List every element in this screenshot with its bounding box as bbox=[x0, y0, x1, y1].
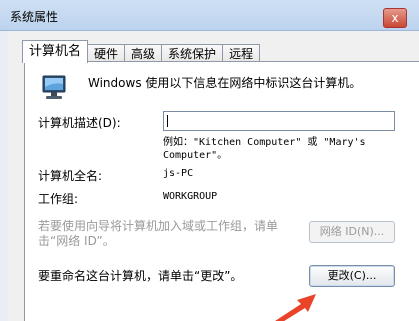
tab-strip: 计算机名 硬件 高级 系统保护 远程 bbox=[22, 39, 261, 63]
computer-description-input[interactable] bbox=[163, 111, 395, 131]
change-button[interactable]: 更改(C)... bbox=[309, 265, 395, 287]
computer-description-label: 计算机描述(D): bbox=[38, 116, 121, 130]
example-line-1: 例如："Kitchen Computer" 或 "Mary's bbox=[163, 137, 366, 148]
full-computer-name-label: 计算机全名: bbox=[38, 169, 103, 183]
close-button[interactable]: x bbox=[383, 8, 407, 28]
window-title: 系统属性 bbox=[10, 10, 59, 24]
title-bar[interactable]: 系统属性 x bbox=[0, 0, 419, 31]
example-line-2: Computer"。 bbox=[163, 150, 228, 161]
system-properties-window: 系统属性 x 计算机名 硬件 高级 系统保护 远程 Windows 使用以下信息… bbox=[0, 0, 419, 321]
full-computer-name-value: js-PC bbox=[163, 168, 194, 179]
tab-computer-name[interactable]: 计算机名 bbox=[22, 40, 89, 63]
intro-text: Windows 使用以下信息在网络中标识这台计算机。 bbox=[88, 76, 362, 90]
workgroup-label: 工作组: bbox=[38, 192, 79, 206]
red-arrow-annotation bbox=[275, 294, 316, 321]
network-id-button[interactable]: 网络 ID(N)... bbox=[309, 221, 395, 243]
workgroup-value: WORKGROUP bbox=[163, 191, 218, 202]
network-wizard-line-1: 若要使用向导将计算机加入域或工作组，请单 bbox=[38, 219, 279, 233]
computer-icon bbox=[42, 75, 66, 99]
network-wizard-line-2: 击“网络 ID”。 bbox=[38, 234, 115, 248]
rename-instruction-text: 要重命名这台计算机，请单击“更改”。 bbox=[38, 269, 243, 283]
network-wizard-text: 若要使用向导将计算机加入域或工作组，请单 击“网络 ID”。 bbox=[38, 219, 278, 249]
text-caret bbox=[167, 115, 168, 127]
example-text: 例如："Kitchen Computer" 或 "Mary's Computer… bbox=[163, 136, 398, 162]
